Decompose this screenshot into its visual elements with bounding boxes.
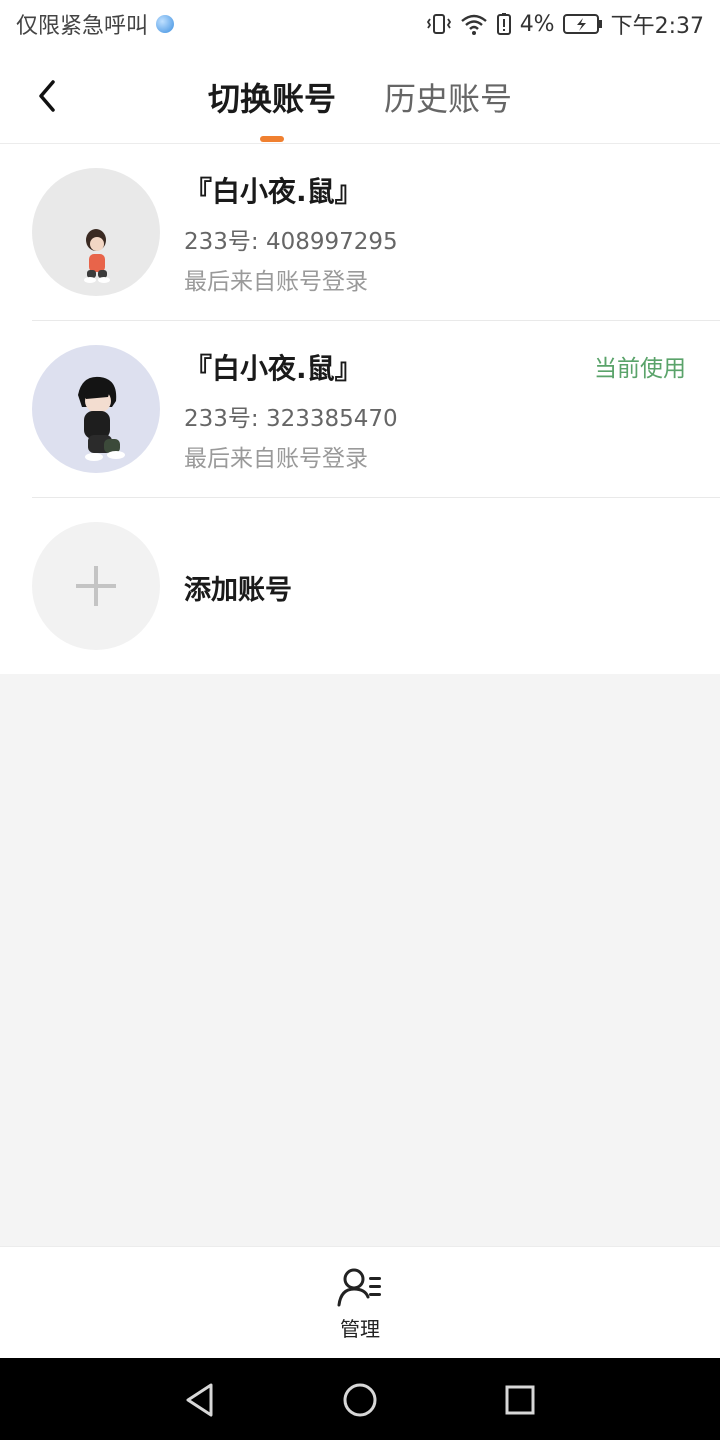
manage-label: 管理 [340,1317,380,1341]
account-id: 233号: 408997295 [184,229,398,255]
add-account-avatar [32,522,160,650]
account-login-note: 最后来自账号登录 [184,446,368,472]
avatar-character-image [78,376,125,461]
manage-icon [337,1268,381,1307]
account-row-1[interactable]: 『白小夜.鼠』 233号: 408997295 最后来自账号登录 [0,144,720,321]
status-bar: 仅限紧急呼叫 4% 下午2:37 [0,0,720,50]
nav-back-icon [186,1383,213,1417]
account-name: 『白小夜.鼠』 [184,352,363,385]
account-row-2[interactable]: 『白小夜.鼠』 当前使用 233号: 323385470 最后来自账号登录 [0,321,720,498]
tab-history-account[interactable]: 历史账号 [384,74,512,120]
network-globe-icon [156,15,175,33]
manage-button[interactable]: 管理 [320,1267,400,1347]
status-left: 仅限紧急呼叫 [16,8,175,40]
tab-switch-account[interactable]: 切换账号 [208,74,336,120]
nav-home-button[interactable] [338,1378,382,1422]
avatar-character-image [84,229,110,283]
account-login-note: 最后来自账号登录 [184,269,368,295]
account-list: 『白小夜.鼠』 233号: 408997295 最后来自账号登录 『白小夜.鼠』… [0,144,720,674]
vibrate-icon [426,14,451,34]
add-account-label: 添加账号 [184,575,292,606]
nav-back-button[interactable] [178,1378,222,1422]
nav-home-icon [343,1383,377,1417]
status-right: 4% 下午2:37 [426,8,704,40]
nav-recents-button[interactable] [498,1378,542,1422]
nav-recents-icon [505,1385,535,1415]
header: 切换账号 历史账号 [0,50,720,144]
add-account-row[interactable]: 添加账号 [0,498,720,675]
battery-alert-icon [496,13,511,35]
account-id: 233号: 323385470 [184,406,398,432]
active-tab-indicator [260,136,284,142]
battery-percent: 4% [519,11,555,37]
system-nav-bar [0,1358,720,1440]
battery-charging-icon [562,14,602,34]
clock-text: 下午2:37 [610,14,704,39]
carrier-text: 仅限紧急呼叫 [16,14,149,39]
current-account-badge: 当前使用 [594,356,686,382]
account-name: 『白小夜.鼠』 [184,175,363,208]
plus-icon [76,566,116,606]
back-button[interactable] [26,74,68,118]
bottom-bar: 管理 [0,1246,720,1358]
wifi-icon [460,14,487,35]
avatar [32,168,160,296]
avatar [32,345,160,473]
back-icon [39,80,55,112]
